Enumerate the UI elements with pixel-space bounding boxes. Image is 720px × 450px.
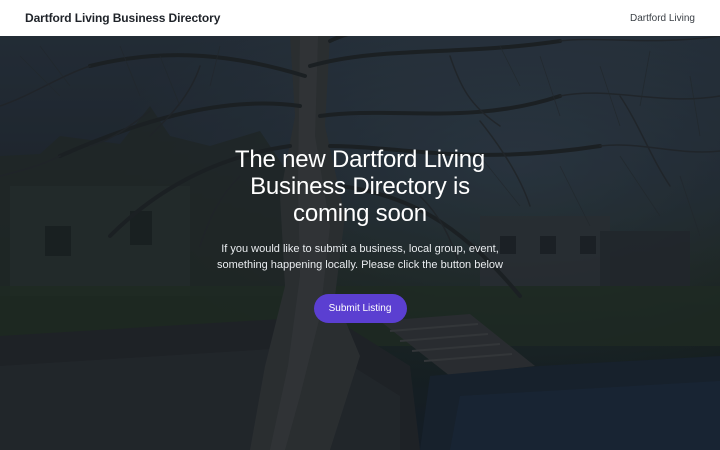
hero-title: The new Dartford Living Business Directo… (234, 146, 486, 227)
submit-listing-button[interactable]: Submit Listing (313, 294, 407, 323)
site-header: Dartford Living Business Directory Dartf… (0, 0, 720, 36)
hero-description: If you would like to submit a business, … (217, 243, 503, 271)
nav-link-dartford-living[interactable]: Dartford Living (630, 13, 695, 24)
hero-content: The new Dartford Living Business Directo… (0, 146, 720, 323)
site-brand-link[interactable]: Dartford Living Business Directory (25, 11, 220, 25)
page: Dartford Living Business Directory Dartf… (0, 0, 720, 450)
